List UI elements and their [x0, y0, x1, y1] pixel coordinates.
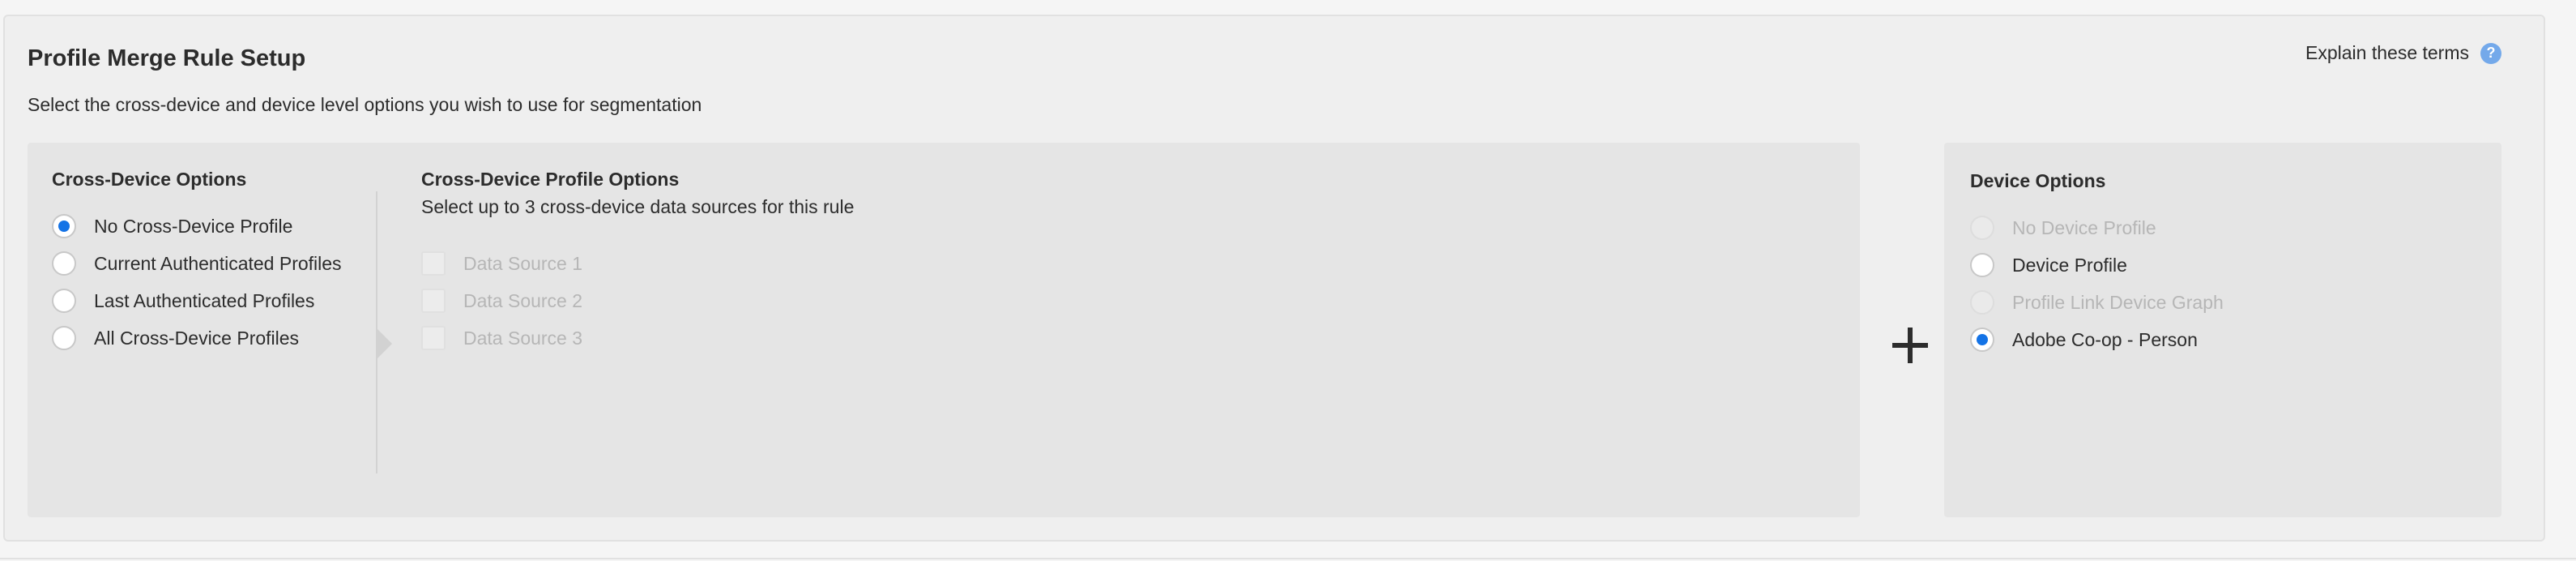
radio-selected[interactable]: [52, 214, 76, 238]
option-label: Profile Link Device Graph: [2012, 291, 2224, 313]
cross-device-profile-options-subheading: Select up to 3 cross-device data sources…: [421, 196, 855, 217]
cross-device-profile-options-heading: Cross-Device Profile Options: [421, 169, 680, 190]
explain-terms-link[interactable]: Explain these terms ?: [2305, 42, 2501, 64]
explain-terms-label: Explain these terms: [2305, 42, 2469, 63]
device-option-no-device-profile: No Device Profile: [1970, 209, 2224, 246]
data-source-label: Data Source 1: [463, 252, 583, 274]
checkbox-disabled: [421, 326, 446, 350]
cross-device-options-heading: Cross-Device Options: [52, 169, 247, 190]
data-source-list: Data Source 1 Data Source 2 Data Source …: [421, 245, 582, 357]
option-label: No Cross-Device Profile: [94, 215, 293, 237]
radio-unselected[interactable]: [52, 326, 76, 350]
data-source-2: Data Source 2: [421, 282, 582, 319]
cross-device-option-all-profiles[interactable]: All Cross-Device Profiles: [52, 319, 342, 357]
data-source-3: Data Source 3: [421, 319, 582, 357]
device-options-heading: Device Options: [1970, 170, 2106, 191]
cross-device-option-current-authenticated[interactable]: Current Authenticated Profiles: [52, 245, 342, 282]
data-source-1: Data Source 1: [421, 245, 582, 282]
option-label: Current Authenticated Profiles: [94, 252, 342, 274]
radio-disabled: [1970, 216, 1994, 240]
device-option-profile-link-device-graph: Profile Link Device Graph: [1970, 284, 2224, 321]
cross-device-option-no-profile[interactable]: No Cross-Device Profile: [52, 208, 342, 245]
checkbox-disabled: [421, 251, 446, 276]
radio-unselected[interactable]: [52, 289, 76, 313]
cross-device-option-last-authenticated[interactable]: Last Authenticated Profiles: [52, 282, 342, 319]
device-options-list: No Device Profile Device Profile Profile…: [1970, 209, 2224, 358]
radio-disabled: [1970, 290, 1994, 315]
page-title: Profile Merge Rule Setup: [28, 45, 306, 71]
radio-selected[interactable]: [1970, 328, 1994, 352]
option-label: Adobe Co-op - Person: [2012, 328, 2198, 350]
data-source-label: Data Source 2: [463, 289, 583, 311]
option-label: All Cross-Device Profiles: [94, 327, 300, 349]
radio-unselected[interactable]: [1970, 253, 1994, 277]
option-label: Device Profile: [2012, 254, 2127, 276]
divider-arrow-icon: [377, 329, 392, 358]
question-mark-icon[interactable]: ?: [2480, 42, 2501, 64]
cross-device-panel: Cross-Device Options No Cross-Device Pro…: [28, 143, 1860, 517]
cross-device-options-list: No Cross-Device Profile Current Authenti…: [52, 208, 342, 357]
checkbox-disabled: [421, 289, 446, 313]
page-subtitle: Select the cross-device and device level…: [28, 94, 702, 115]
profile-merge-rule-card: Profile Merge Rule Setup Select the cros…: [3, 15, 2545, 542]
device-options-panel: Device Options No Device Profile Device …: [1944, 143, 2501, 517]
option-label: Last Authenticated Profiles: [94, 289, 315, 311]
radio-unselected[interactable]: [52, 251, 76, 276]
plus-icon: [1892, 328, 1928, 363]
data-source-label: Data Source 3: [463, 327, 583, 349]
option-label: No Device Profile: [2012, 216, 2156, 238]
bottom-divider: [0, 558, 2576, 559]
device-option-device-profile[interactable]: Device Profile: [1970, 246, 2224, 284]
device-option-adobe-coop-person[interactable]: Adobe Co-op - Person: [1970, 321, 2224, 358]
